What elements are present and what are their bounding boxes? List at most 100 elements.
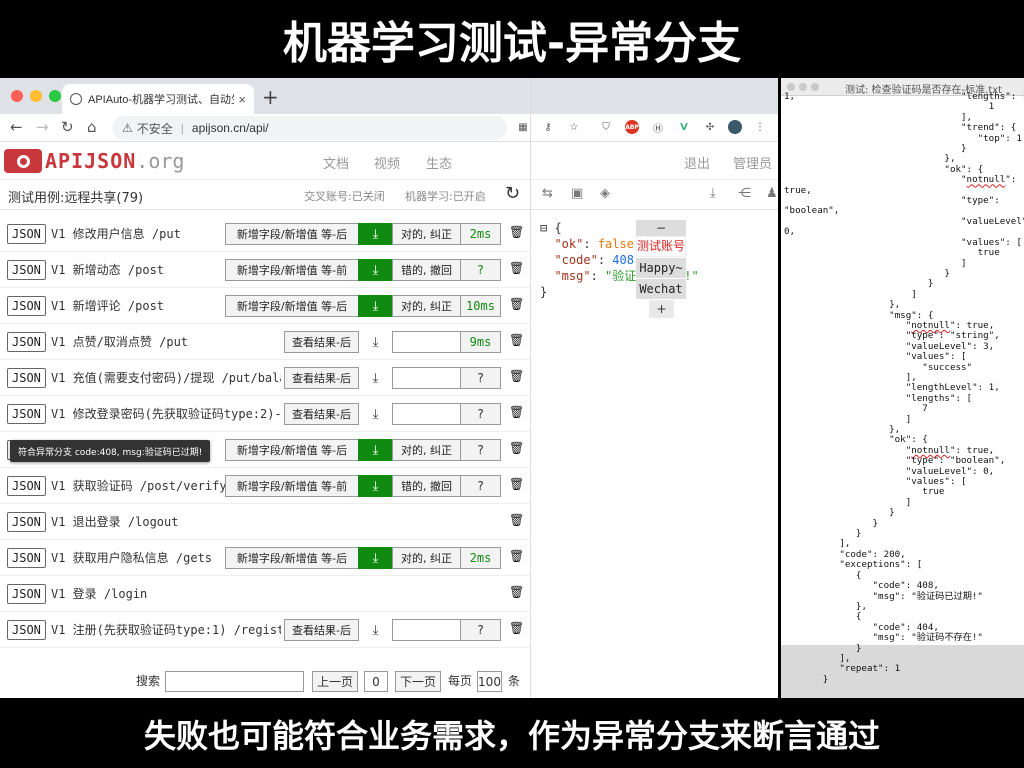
json-button[interactable]: JSON <box>7 512 46 532</box>
test-case-name[interactable]: V1 获取用户隐私信息 /gets <box>51 549 212 566</box>
test-case-name[interactable]: V1 点赞/取消点赞 /put <box>51 333 188 350</box>
trash-icon[interactable]: 🗑 <box>509 513 524 527</box>
test-case-name[interactable]: V1 获取验证码 /post/verify <box>51 477 227 494</box>
nav-logout[interactable]: 退出 <box>684 153 710 172</box>
minimize-window-icon[interactable] <box>30 90 42 102</box>
json-button[interactable]: JSON <box>7 368 46 388</box>
save-icon[interactable]: ▣ <box>571 186 583 201</box>
correct-result-button[interactable]: 对的, 纠正 <box>392 295 461 317</box>
duration-badge[interactable]: ? <box>460 475 501 497</box>
test-case-name[interactable]: V1 登录 /login <box>51 585 147 602</box>
test-case-row[interactable]: JSON V1 新增评论 /post 新增字段/新增值 等-后 ⤓ 对的, 纠正 10ms… <box>0 288 530 324</box>
duration-badge[interactable]: 2ms <box>460 223 501 245</box>
download-icon[interactable]: ⤓ <box>358 619 393 641</box>
download-icon[interactable]: ⤓ <box>358 475 393 497</box>
json-button[interactable]: JSON <box>7 620 46 640</box>
download-icon[interactable]: ⤓ <box>358 295 393 317</box>
nav-docs[interactable]: 文档 <box>323 153 349 172</box>
compare-diff-button[interactable]: 新增字段/新增值 等-后 <box>225 223 359 245</box>
adblock-icon[interactable]: ABP <box>625 120 639 134</box>
test-case-name[interactable]: V1 新增动态 /post <box>51 261 164 278</box>
close-window-icon[interactable] <box>11 90 23 102</box>
nav-video[interactable]: 视频 <box>374 153 400 172</box>
trash-icon[interactable]: 🗑 <box>509 225 524 239</box>
view-result-button[interactable]: 查看结果-后 <box>284 619 359 641</box>
test-case-name[interactable]: V1 注册(先获取验证码type:1) /register <box>51 621 281 638</box>
key-icon[interactable]: ⚷ <box>541 120 555 134</box>
duration-badge[interactable]: 10ms <box>460 295 501 317</box>
correct-result-button[interactable]: 对的, 纠正 <box>392 547 461 569</box>
remove-account-button[interactable]: − <box>636 220 686 236</box>
correct-result-button[interactable]: 错的, 撤回 <box>392 259 461 281</box>
prev-page-button[interactable]: 上一页 <box>312 671 358 692</box>
json-button[interactable]: JSON <box>7 332 46 352</box>
tab-close-icon[interactable]: × <box>238 92 246 107</box>
correct-result-button[interactable] <box>392 331 461 353</box>
json-button[interactable]: JSON <box>7 548 46 568</box>
view-result-button[interactable]: 查看结果-后 <box>284 367 359 389</box>
test-case-row[interactable]: JSON V1 新增动态 /post 新增字段/新增值 等-前 ⤓ 错的, 撤回? 🗑 <box>0 252 530 288</box>
correct-result-button[interactable]: 对的, 纠正 <box>392 223 461 245</box>
account-item[interactable]: Wechat <box>636 278 686 299</box>
duration-badge[interactable]: ? <box>460 439 501 461</box>
home-icon[interactable]: ⌂ <box>87 118 97 136</box>
test-case-row[interactable]: JSON V1 登录 /login 🗑 <box>0 576 530 612</box>
correct-result-button[interactable]: 对的, 纠正 <box>392 439 461 461</box>
browser-tab[interactable]: APIAuto-机器学习测试、自动生 × <box>62 84 254 114</box>
correct-result-button[interactable] <box>392 619 461 641</box>
trash-icon[interactable]: 🗑 <box>509 441 524 455</box>
test-case-name[interactable]: V1 退出登录 /logout <box>51 513 178 530</box>
page-number-input[interactable]: 0 <box>364 671 388 692</box>
duration-badge[interactable]: ? <box>460 403 501 425</box>
next-page-button[interactable]: 下一页 <box>395 671 441 692</box>
nav-admin[interactable]: 管理员 <box>733 153 772 172</box>
duration-badge[interactable]: ? <box>460 619 501 641</box>
download-icon[interactable]: ⤓ <box>358 439 393 461</box>
nav-ecosystem[interactable]: 生态 <box>426 153 452 172</box>
url-input[interactable]: ⚠ 不安全 | apijson.cn/api/ <box>112 116 507 140</box>
trash-icon[interactable]: 🗑 <box>509 297 524 311</box>
view-result-button[interactable]: 查看结果-后 <box>284 331 359 353</box>
layers-icon[interactable]: ◈ <box>600 186 610 201</box>
download-icon[interactable]: ⤓ <box>358 547 393 569</box>
trash-icon[interactable]: 🗑 <box>509 333 524 347</box>
shield-extension-icon[interactable]: ⛉ <box>599 120 613 134</box>
download-icon[interactable]: ⤓ <box>358 403 393 425</box>
shirt-icon[interactable]: ♟ <box>766 186 778 201</box>
test-case-name[interactable]: V1 新增评论 /post <box>51 297 164 314</box>
correct-result-button[interactable] <box>392 403 461 425</box>
reload-icon[interactable]: ↻ <box>61 118 74 136</box>
trash-icon[interactable]: 🗑 <box>509 405 524 419</box>
format-icon[interactable]: ⇆ <box>542 186 553 201</box>
duration-badge[interactable]: 2ms <box>460 547 501 569</box>
editor-content[interactable]: 1, "lengths": [ 1 ], "trend": { "to <box>784 91 1024 685</box>
compare-diff-button[interactable]: 新增字段/新增值 等-后 <box>225 295 359 317</box>
vue-devtools-icon[interactable]: V <box>677 120 691 134</box>
more-menu-icon[interactable]: ⋮ <box>753 120 767 134</box>
duration-badge[interactable]: ? <box>460 259 501 281</box>
back-icon[interactable]: ← <box>10 118 23 136</box>
test-case-row[interactable]: JSON V1 获取验证码 /post/verify 新增字段/新增值 等-前 ⤓ 错的… <box>0 468 530 504</box>
trash-icon[interactable]: 🗑 <box>509 585 524 599</box>
cross-account-toggle[interactable]: 交叉账号:已关闭 <box>304 188 385 204</box>
json-button[interactable]: JSON <box>7 296 46 316</box>
collapse-icon[interactable]: ⊟ <box>540 221 547 235</box>
test-case-row[interactable]: JSON V1 修改用户信息 /put 新增字段/新增值 等-后 ⤓ 对的, 纠正 2ms… <box>0 216 530 252</box>
add-account-button[interactable]: + <box>649 300 674 318</box>
duration-badge[interactable]: ? <box>460 367 501 389</box>
test-case-row[interactable]: JSON V1 获取用户隐私信息 /gets 新增字段/新增值 等-后 ⤓ 对的, 纠正… <box>0 540 530 576</box>
duration-badge[interactable]: 9ms <box>460 331 501 353</box>
trash-icon[interactable]: 🗑 <box>509 261 524 275</box>
trash-icon[interactable]: 🗑 <box>509 621 524 635</box>
test-case-row[interactable]: JSON V1 点赞/取消点赞 /put 查看结果-后 ⤓ 9ms 🗑 <box>0 324 530 360</box>
test-case-name[interactable]: V1 充值(需要支付密码)/提现 /put/balance <box>51 369 281 386</box>
download-icon[interactable]: ⤓ <box>358 259 393 281</box>
bookmark-star-icon[interactable]: ☆ <box>567 120 581 134</box>
download-icon[interactable]: ⤓ <box>358 223 393 245</box>
test-case-row[interactable]: JSON V1 注册(先获取验证码type:1) /register 查看结果-后 ⤓… <box>0 612 530 648</box>
apijson-logo[interactable]: APIJSON .org <box>4 149 184 173</box>
compare-diff-button[interactable]: 新增字段/新增值 等-后 <box>225 547 359 569</box>
test-case-row[interactable]: JSON V1 退出登录 /logout 🗑 <box>0 504 530 540</box>
correct-result-button[interactable] <box>392 367 461 389</box>
json-button[interactable]: JSON <box>7 476 46 496</box>
